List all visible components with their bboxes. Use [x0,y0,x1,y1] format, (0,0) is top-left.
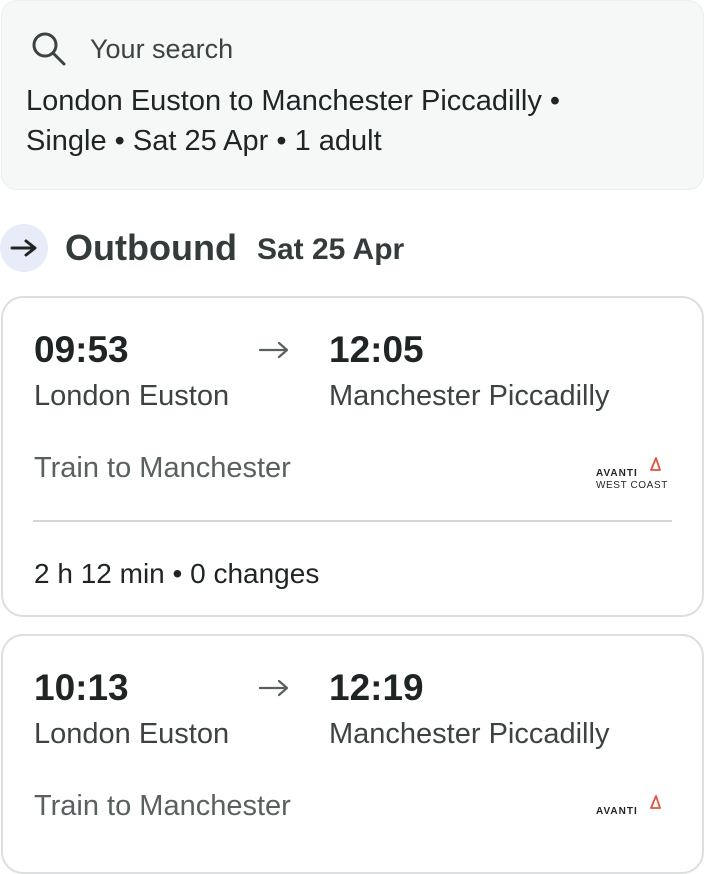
direction-badge [0,224,48,272]
search-summary-card[interactable]: Your search London Euston to Manchester … [1,0,704,190]
divider [33,520,672,522]
svg-text:WEST COAST: WEST COAST [596,480,668,491]
outbound-title: Outbound [65,227,237,268]
outbound-heading: Outbound Sat 25 Apr [0,222,404,274]
service-description: Train to Manchester [34,452,291,484]
journey-card[interactable]: 09:53 12:05 London Euston Manchester Pic… [1,296,704,617]
svg-text:AVANTI: AVANTI [596,806,638,817]
destination-station: Manchester Piccadilly [329,718,610,750]
departure-time: 10:13 [34,667,129,708]
arrow-right-icon [259,341,289,359]
search-summary-text: London Euston to Manchester Piccadilly •… [26,81,666,161]
journey-card[interactable]: 10:13 12:19 London Euston Manchester Pic… [1,634,704,874]
avanti-west-coast-logo: AVANTI WEST COAST [596,457,668,491]
search-header: Your search [30,29,233,69]
origin-station: London Euston [34,718,230,750]
destination-station: Manchester Piccadilly [329,380,610,412]
arrival-time: 12:05 [329,329,424,370]
search-summary-line-2: Single • Sat 25 Apr • 1 adult [26,125,382,157]
arrow-right-icon [259,679,289,697]
outbound-date: Sat 25 Apr [256,233,405,266]
arrival-time: 12:19 [329,667,424,708]
arrow-right-icon [10,239,37,257]
origin-station: London Euston [34,380,230,412]
search-summary-line-1: London Euston to Manchester Piccadilly • [26,85,561,117]
search-label: Your search [90,34,234,64]
search-icon [32,32,66,66]
departure-time: 09:53 [34,329,129,370]
svg-text:AVANTI: AVANTI [596,468,638,479]
duration-changes: 2 h 12 min • 0 changes [34,558,320,589]
service-description: Train to Manchester [34,790,291,822]
avanti-west-coast-logo: AVANTI [596,795,661,817]
